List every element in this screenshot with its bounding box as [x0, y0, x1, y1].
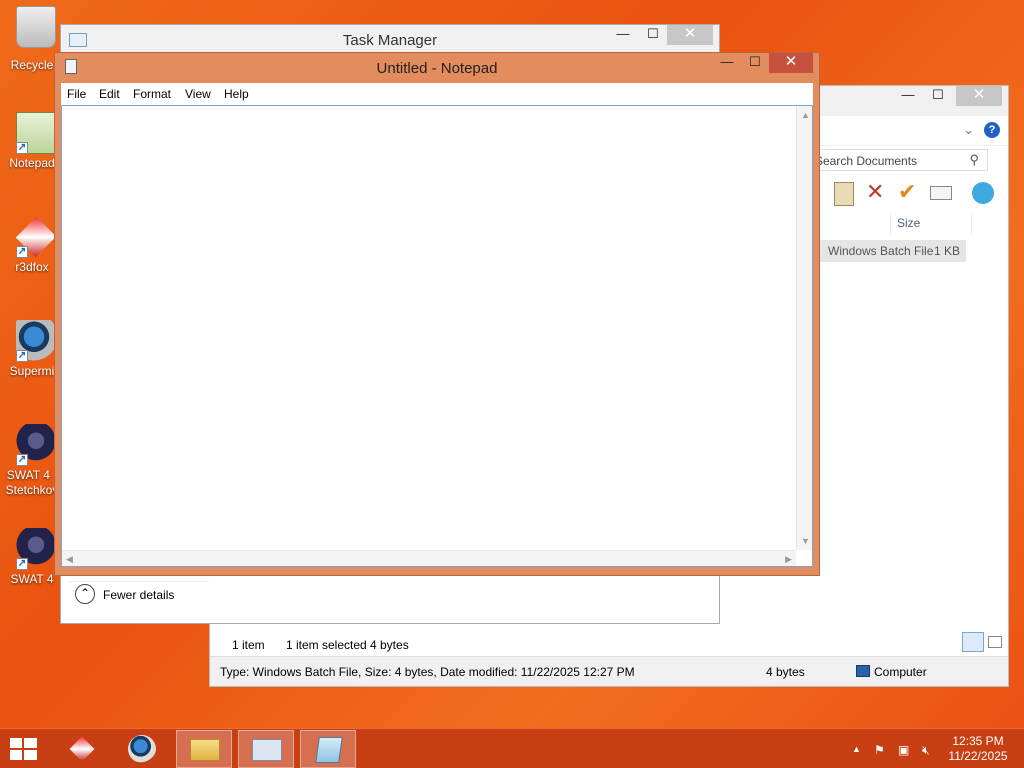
- maximize-button[interactable]: ☐: [924, 86, 952, 106]
- maximize-button[interactable]: ☐: [639, 25, 667, 45]
- column-header-size[interactable]: Size: [890, 214, 972, 236]
- text-editor[interactable]: ▲ ▼ ◀ ▶: [61, 105, 813, 567]
- start-button[interactable]: [10, 738, 38, 760]
- details-view-icon[interactable]: [962, 632, 984, 652]
- volume-muted-icon[interactable]: 🔇︎: [922, 743, 930, 758]
- scroll-down-arrow[interactable]: ▼: [801, 536, 810, 546]
- check-icon[interactable]: ✔: [898, 180, 916, 204]
- details-text: Type: Windows Batch File, Size: 4 bytes,…: [220, 665, 635, 679]
- notepad-titlebar[interactable]: Untitled - Notepad — ☐ ✕: [55, 53, 819, 83]
- selected-count: 1 item selected: [286, 638, 367, 652]
- delete-icon[interactable]: ✕: [866, 180, 884, 204]
- paste-icon[interactable]: [834, 182, 854, 206]
- details-size: 4 bytes: [766, 665, 805, 679]
- menu-edit[interactable]: Edit: [99, 87, 120, 101]
- shortcut-arrow-icon: ↗: [16, 454, 28, 466]
- menu-help[interactable]: Help: [224, 87, 249, 101]
- taskbar: ▲ ⚑ ▣ 🔇︎ 12:35 PM 11/22/2025: [0, 728, 1024, 768]
- horizontal-scrollbar[interactable]: ◀ ▶: [62, 550, 796, 566]
- clock-date: 11/22/2025: [948, 749, 1008, 763]
- folder-icon: [190, 739, 220, 761]
- status-bar: 1 item 1 item selected 4 bytes: [210, 626, 1008, 656]
- scroll-left-arrow[interactable]: ◀: [66, 554, 73, 564]
- search-icon[interactable]: ⚲: [969, 152, 979, 168]
- menu-format[interactable]: Format: [133, 87, 171, 101]
- toolbar: ✕ ✔: [810, 180, 998, 208]
- recycle-bin-icon: [16, 6, 56, 48]
- shortcut-arrow-icon: ↗: [16, 246, 28, 258]
- fewer-details-button[interactable]: ⌃ Fewer details: [69, 581, 209, 615]
- search-input[interactable]: Search Documents: [815, 154, 917, 168]
- maximize-button[interactable]: ☐: [741, 53, 769, 73]
- help-icon[interactable]: ?: [984, 122, 1000, 138]
- shortcut-arrow-icon: ↗: [16, 350, 28, 362]
- details-location: Computer: [874, 665, 927, 679]
- r3dfox-icon: [69, 736, 95, 762]
- windows-logo-icon: [10, 738, 22, 748]
- chevron-down-icon[interactable]: ⌄: [963, 122, 974, 138]
- taskbar-notepad[interactable]: [300, 730, 356, 768]
- network-icon[interactable]: ▣: [898, 743, 909, 757]
- computer-icon: [856, 665, 870, 677]
- supermium-icon: [128, 735, 156, 763]
- chevron-up-icon: ⌃: [75, 584, 95, 604]
- menu-bar: File Edit Format View Help: [61, 83, 813, 105]
- selected-size: 4 bytes: [370, 638, 409, 652]
- action-center-flag-icon[interactable]: ⚑: [874, 743, 885, 757]
- large-icons-view-icon[interactable]: [988, 636, 1002, 648]
- file-row[interactable]: Windows Batch File 1 KB: [810, 240, 966, 262]
- taskbar-supermium[interactable]: [114, 730, 170, 768]
- close-button[interactable]: ✕: [769, 53, 813, 73]
- clock[interactable]: 12:35 PM 11/22/2025: [946, 734, 1010, 764]
- minimize-button[interactable]: —: [894, 86, 922, 106]
- minimize-button[interactable]: —: [609, 25, 637, 45]
- window-title: Untitled - Notepad: [376, 60, 498, 77]
- taskbar-task-manager[interactable]: [238, 730, 294, 768]
- rename-icon[interactable]: [930, 186, 952, 200]
- clock-time: 12:35 PM: [952, 734, 1004, 748]
- scroll-up-arrow[interactable]: ▲: [801, 110, 810, 120]
- notepad-icon: [315, 737, 343, 763]
- task-manager-icon: [252, 739, 282, 761]
- menu-view[interactable]: View: [185, 87, 211, 101]
- vertical-scrollbar[interactable]: ▲ ▼: [796, 106, 812, 550]
- menu-file[interactable]: File: [67, 87, 86, 101]
- task-manager-titlebar[interactable]: Task Manager — ☐ ✕: [61, 25, 719, 55]
- item-count: 1 item: [232, 638, 265, 652]
- taskbar-r3dfox[interactable]: [54, 730, 110, 768]
- close-button[interactable]: ✕: [667, 25, 713, 45]
- properties-icon[interactable]: [972, 182, 994, 204]
- taskbar-file-explorer[interactable]: [176, 730, 232, 768]
- shortcut-arrow-icon: ↗: [16, 558, 28, 570]
- notepad-window: Untitled - Notepad — ☐ ✕ File Edit Forma…: [54, 52, 820, 576]
- show-hidden-icons-chevron[interactable]: ▲: [852, 744, 861, 754]
- close-button[interactable]: ✕: [956, 86, 1002, 106]
- minimize-button[interactable]: —: [713, 53, 741, 73]
- details-bar: Type: Windows Batch File, Size: 4 bytes,…: [210, 656, 1008, 686]
- scroll-right-arrow[interactable]: ▶: [785, 554, 792, 564]
- fewer-details-label: Fewer details: [103, 588, 175, 602]
- shortcut-arrow-icon: ↗: [16, 142, 28, 154]
